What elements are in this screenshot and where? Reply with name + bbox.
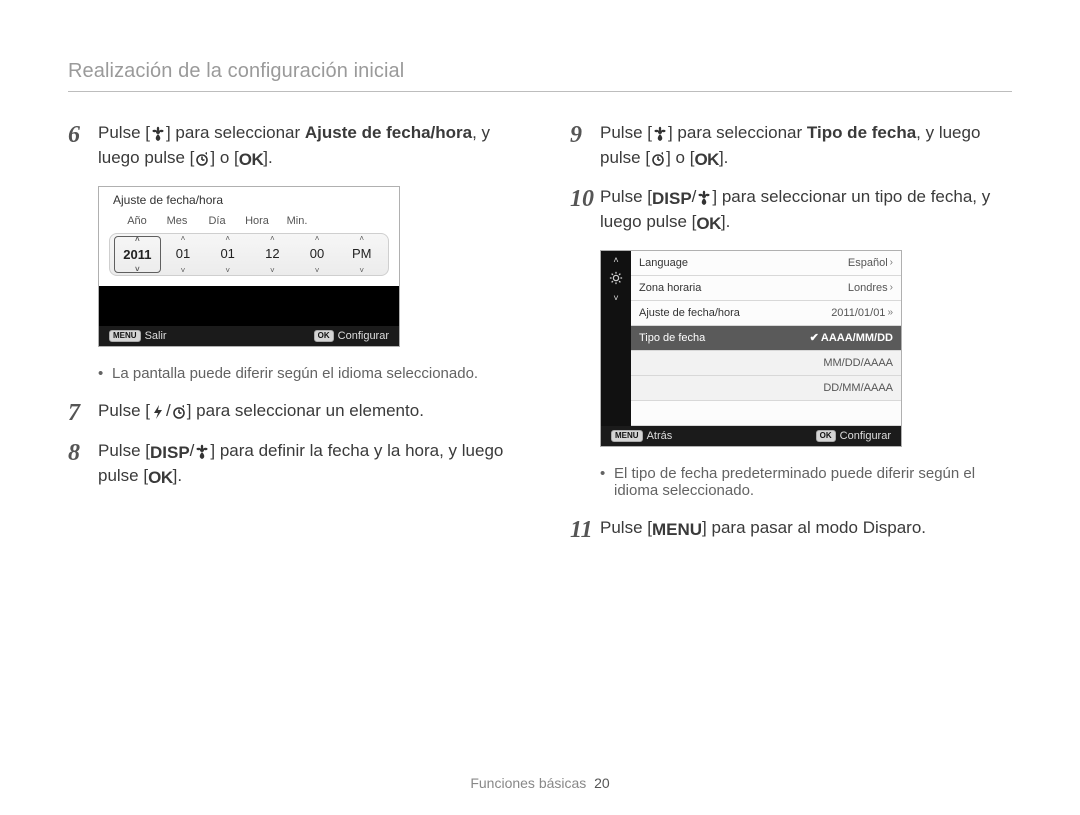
ok-key-icon: OK [148, 467, 173, 490]
menu-row-timezone[interactable]: Zona horariaLondres› [631, 276, 901, 301]
step-8: 8 Pulse [DISP/] para definir la fecha y … [68, 440, 510, 490]
minute-spinner[interactable]: ˄00˅ [295, 236, 340, 273]
chevron-up-icon: ˄ [115, 235, 160, 244]
month-spinner[interactable]: ˄01˅ [161, 236, 206, 273]
footer-back: MENUAtrás [611, 430, 672, 442]
day-spinner[interactable]: ˄01˅ [205, 236, 250, 273]
hour-spinner[interactable]: ˄12˅ [250, 236, 295, 273]
footer-confirm: OKConfigurar [816, 430, 891, 442]
datetime-spinner-row: ˄2011˅ ˄01˅ ˄01˅ ˄12˅ ˄00˅ ˄PM˅ [109, 233, 389, 276]
chevron-down-icon: ˅ [613, 293, 618, 303]
datetime-labels: Año Mes Día Hora Min. [99, 209, 399, 229]
datetime-setting-screenshot: Ajuste de fecha/hora Año Mes Día Hora Mi… [98, 186, 400, 347]
gear-icon [609, 271, 623, 287]
macro-flower-icon [194, 442, 210, 465]
step-6: 6 Pulse [] para seleccionar Ajuste de fe… [68, 122, 510, 172]
menu-row-datetype-option[interactable]: .DD/MM/AAAA [631, 376, 901, 401]
macro-flower-icon [696, 188, 712, 211]
date-type-screenshot: ˄ ˅ LanguageEspañol› Zona horariaLondres… [600, 250, 902, 447]
flash-icon [150, 402, 166, 425]
footer-confirm: OKConfigurar [314, 330, 389, 342]
footer-exit: MENUSalir [109, 330, 167, 342]
menu-key-icon: MENU [652, 519, 702, 542]
ok-key-icon: OK [696, 213, 721, 236]
self-timer-icon [171, 402, 187, 425]
chevron-right-icon: › [890, 282, 893, 293]
sidebar-icons: ˄ ˅ [601, 251, 631, 426]
menu-row-datetype-option[interactable]: .MM/DD/AAAA [631, 351, 901, 376]
ampm-spinner[interactable]: ˄PM˅ [339, 236, 384, 273]
step-number: 6 [68, 122, 98, 148]
menu-row-language[interactable]: LanguageEspañol› [631, 251, 901, 276]
chevron-right-icon: » [887, 307, 893, 318]
step-11: 11 Pulse [MENU] para pasar al modo Dispa… [570, 517, 1012, 543]
disp-key-icon: DISP [150, 442, 190, 465]
disp-key-icon: DISP [652, 188, 692, 211]
step-9: 9 Pulse [] para seleccionar Tipo de fech… [570, 122, 1012, 172]
note-right: •El tipo de fecha predeterminado puede d… [600, 465, 1012, 499]
menu-row-datetype-selected[interactable]: Tipo de fecha✔AAAA/MM/DD [631, 326, 901, 351]
year-spinner[interactable]: ˄2011˅ [114, 236, 161, 273]
macro-flower-icon [652, 124, 668, 147]
menu-row-empty [631, 401, 901, 426]
left-column: 6 Pulse [] para seleccionar Ajuste de fe… [68, 122, 510, 557]
page-title: Realización de la configuración inicial [68, 60, 1012, 92]
right-column: 9 Pulse [] para seleccionar Tipo de fech… [570, 122, 1012, 557]
screenshot-title: Ajuste de fecha/hora [99, 187, 399, 209]
step-text: Pulse [] para seleccionar Ajuste de fech… [98, 122, 510, 172]
self-timer-icon [194, 149, 210, 172]
menu-list: LanguageEspañol› Zona horariaLondres› Aj… [631, 251, 901, 426]
macro-flower-icon [150, 124, 166, 147]
chevron-right-icon: › [890, 257, 893, 268]
ok-key-icon: OK [694, 149, 719, 172]
step-10: 10 Pulse [DISP/] para seleccionar un tip… [570, 186, 1012, 236]
note-left: •La pantalla puede diferir según el idio… [98, 365, 510, 382]
chevron-down-icon: ˅ [115, 265, 160, 274]
self-timer-icon [650, 149, 666, 172]
menu-row-datetime[interactable]: Ajuste de fecha/hora2011/01/01» [631, 301, 901, 326]
ok-key-icon: OK [239, 149, 264, 172]
step-7: 7 Pulse [/] para seleccionar un elemento… [68, 400, 510, 426]
page-footer: Funciones básicas 20 [0, 775, 1080, 791]
chevron-up-icon: ˄ [613, 255, 618, 265]
check-icon: ✔ [810, 331, 819, 344]
